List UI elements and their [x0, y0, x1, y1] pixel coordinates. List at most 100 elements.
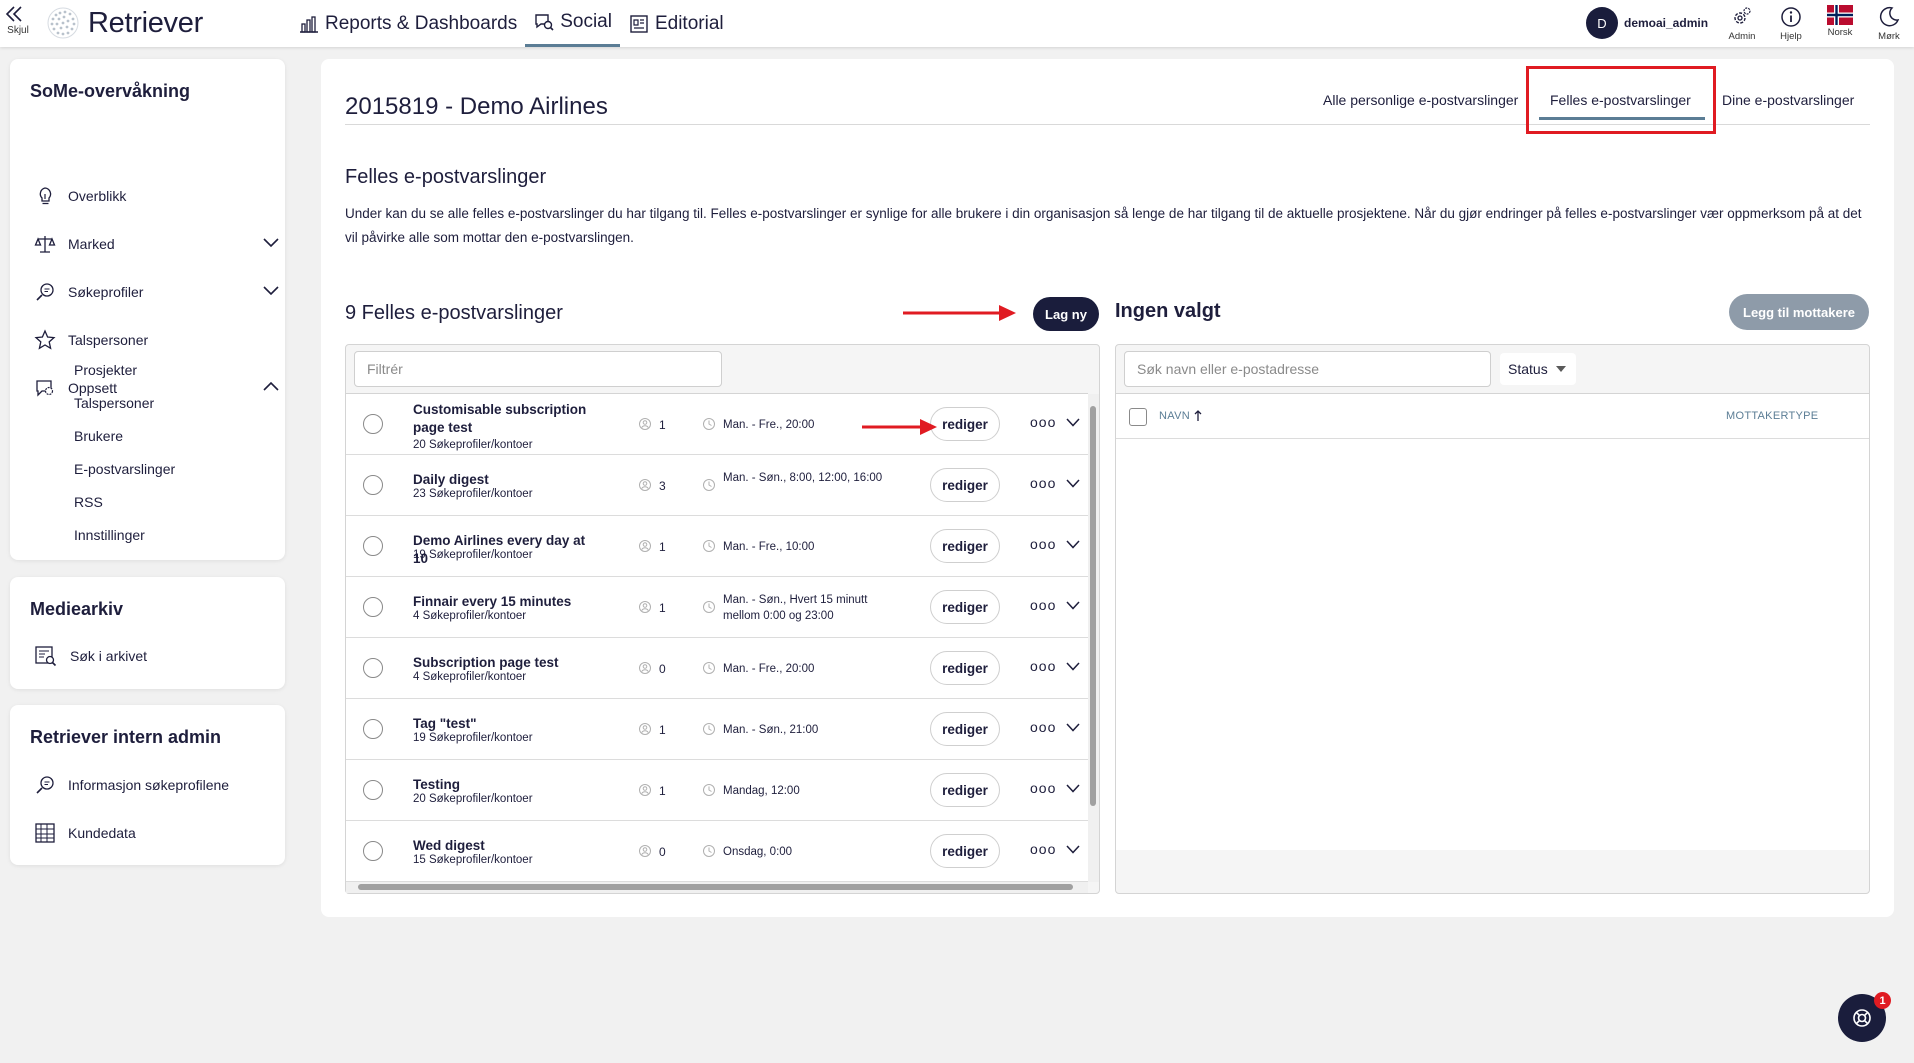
sidebar-item-overblikk[interactable]: Overblikk: [34, 178, 284, 214]
sidebar-item-oppsett[interactable]: Oppsett: [34, 370, 284, 406]
edit-button[interactable]: rediger: [930, 773, 1000, 807]
brand-logo[interactable]: Retriever: [46, 6, 203, 40]
sidebar-item-talspersoner[interactable]: Talspersoner: [34, 322, 284, 358]
brand-name: Retriever: [88, 6, 203, 39]
edit-button[interactable]: rediger: [930, 834, 1000, 868]
alert-recipient-count: 1: [659, 540, 666, 554]
tab-alle-personlige[interactable]: Alle personlige e-postvarslinger: [1323, 92, 1518, 108]
annotation-arrow-icon: [862, 419, 937, 435]
row-select-radio[interactable]: [363, 719, 383, 739]
chevron-down-icon[interactable]: [1066, 662, 1080, 671]
alert-schedule: Man. - Fre., 20:00: [723, 663, 815, 675]
internal-admin-card: Retriever intern admin Informasjon søkep…: [10, 705, 285, 865]
alert-title: Daily digest: [413, 472, 489, 487]
row-select-radio[interactable]: [363, 841, 383, 861]
sidebar-item-marked[interactable]: Marked: [34, 226, 284, 262]
vertical-scrollbar[interactable]: [1088, 394, 1099, 882]
table-row[interactable]: Subscription page test 4 Søkeprofiler/kon…: [346, 638, 1088, 699]
language-label: Norsk: [1827, 27, 1853, 38]
tab-dine[interactable]: Dine e-postvarslinger: [1722, 92, 1854, 108]
section-description: Under kan du se alle felles e-postvarsli…: [345, 206, 1862, 245]
help-button[interactable]: Hjelp: [1771, 5, 1811, 42]
more-options-button[interactable]: ooo: [1030, 597, 1056, 613]
dark-mode-button[interactable]: Mørk: [1869, 5, 1909, 42]
row-select-radio[interactable]: [363, 658, 383, 678]
more-options-button[interactable]: ooo: [1030, 841, 1056, 857]
new-alert-button[interactable]: Lag ny: [1033, 297, 1099, 331]
chevron-up-icon[interactable]: [262, 380, 280, 392]
row-select-radio[interactable]: [363, 597, 383, 617]
alert-recipient-count: 1: [659, 784, 666, 798]
row-select-radio[interactable]: [363, 414, 383, 434]
edit-button[interactable]: rediger: [930, 651, 1000, 685]
select-all-checkbox[interactable]: [1129, 408, 1147, 426]
table-row[interactable]: Testing 20 Søkeprofiler/kontoer 1 Mandag, 1…: [346, 760, 1088, 821]
row-select-radio[interactable]: [363, 475, 383, 495]
edit-button[interactable]: rediger: [930, 468, 1000, 502]
retriever-logo-icon: [46, 6, 80, 40]
chevron-down-icon[interactable]: [262, 236, 280, 248]
column-header-name[interactable]: NAVN: [1159, 410, 1202, 422]
chevron-down-icon[interactable]: [1066, 601, 1080, 610]
more-options-button[interactable]: ooo: [1030, 536, 1056, 552]
table-row[interactable]: Customisable subscription page test 20 Sø…: [346, 394, 1088, 455]
status-label: Status: [1508, 361, 1548, 377]
horizontal-scrollbar[interactable]: [346, 882, 1088, 893]
alert-profile-count: 4 Søkeprofiler/kontoer: [413, 671, 527, 683]
sidebar-subitem-e-postvarslinger[interactable]: E-postvarslinger: [74, 461, 175, 477]
row-select-radio[interactable]: [363, 780, 383, 800]
nav-reports-dashboards[interactable]: Reports & Dashboards: [290, 0, 525, 47]
sidebar-item-informasjon-sokeprofilene[interactable]: Informasjon søkeprofilene: [34, 767, 284, 803]
norway-flag-icon: [1820, 5, 1860, 25]
table-row[interactable]: Demo Airlines every day at 10 19 Søkeprof…: [346, 516, 1088, 577]
sidebar-subitem-brukere[interactable]: Brukere: [74, 428, 123, 444]
sidebar-subitem-rss[interactable]: RSS: [74, 494, 103, 510]
alert-title: Subscription page test: [413, 655, 559, 670]
recipient-search-input[interactable]: [1124, 351, 1491, 387]
chevron-down-icon[interactable]: [1066, 418, 1080, 427]
table-row[interactable]: Daily digest 23 Søkeprofiler/kontoer 3 Man.…: [346, 455, 1088, 516]
more-options-button[interactable]: ooo: [1030, 658, 1056, 674]
sidebar-subitem-innstillinger[interactable]: Innstillinger: [74, 527, 145, 543]
alert-profile-count: 19 Søkeprofiler/kontoer: [413, 732, 533, 744]
hide-sidebar-button[interactable]: Skjul: [4, 4, 32, 44]
chevron-down-icon[interactable]: [1066, 723, 1080, 732]
user-menu[interactable]: D demoai_admin: [1586, 7, 1708, 39]
sidebar-subitem-talspersoner[interactable]: Talspersoner: [74, 395, 154, 411]
status-dropdown[interactable]: Status: [1500, 353, 1576, 385]
sidebar-item-sok-i-arkivet[interactable]: Søk i arkivet: [34, 638, 284, 674]
row-select-radio[interactable]: [363, 536, 383, 556]
scrollbar-thumb[interactable]: [358, 884, 1073, 890]
more-options-button[interactable]: ooo: [1030, 719, 1056, 735]
top-navigation: Reports & Dashboards Social Editorial: [290, 0, 732, 47]
chevron-down-icon[interactable]: [262, 284, 280, 296]
nav-editorial[interactable]: Editorial: [620, 0, 732, 47]
chevron-down-icon[interactable]: [1066, 845, 1080, 854]
chevron-down-icon[interactable]: [1066, 479, 1080, 488]
sidebar-subitem-prosjekter[interactable]: Prosjekter: [74, 362, 137, 378]
chevron-down-icon[interactable]: [1066, 784, 1080, 793]
table-row[interactable]: Finnair every 15 minutes 4 Søkeprofiler/k…: [346, 577, 1088, 638]
table-row[interactable]: Wed digest 15 Søkeprofiler/kontoer 0 Onsdag…: [346, 821, 1088, 882]
more-options-button[interactable]: ooo: [1030, 414, 1056, 430]
scrollbar-thumb[interactable]: [1090, 406, 1096, 806]
sidebar-item-sokeprofiler[interactable]: Søkeprofiler: [34, 274, 284, 310]
nav-social[interactable]: Social: [525, 0, 620, 47]
more-options-button[interactable]: ooo: [1030, 475, 1056, 491]
language-button[interactable]: Norsk: [1820, 5, 1860, 38]
add-recipients-button[interactable]: Legg til mottakere: [1729, 294, 1869, 330]
sidebar-item-kundedata[interactable]: Kundedata: [34, 815, 284, 851]
edit-button[interactable]: rediger: [930, 529, 1000, 563]
admin-button[interactable]: Admin: [1722, 5, 1762, 42]
star-icon: [34, 329, 56, 351]
edit-button[interactable]: rediger: [930, 712, 1000, 746]
column-header-type[interactable]: MOTTAKERTYPE: [1726, 410, 1818, 422]
more-options-button[interactable]: ooo: [1030, 780, 1056, 796]
table-row[interactable]: Tag "test" 19 Søkeprofiler/kontoer 1 Man. -…: [346, 699, 1088, 760]
search-chat-icon: [34, 774, 56, 796]
chevron-down-icon[interactable]: [1066, 540, 1080, 549]
filter-input[interactable]: [354, 351, 722, 387]
edit-button[interactable]: rediger: [930, 407, 1000, 441]
edit-button[interactable]: rediger: [930, 590, 1000, 624]
sidebar-item-label: Talspersoner: [68, 332, 149, 348]
